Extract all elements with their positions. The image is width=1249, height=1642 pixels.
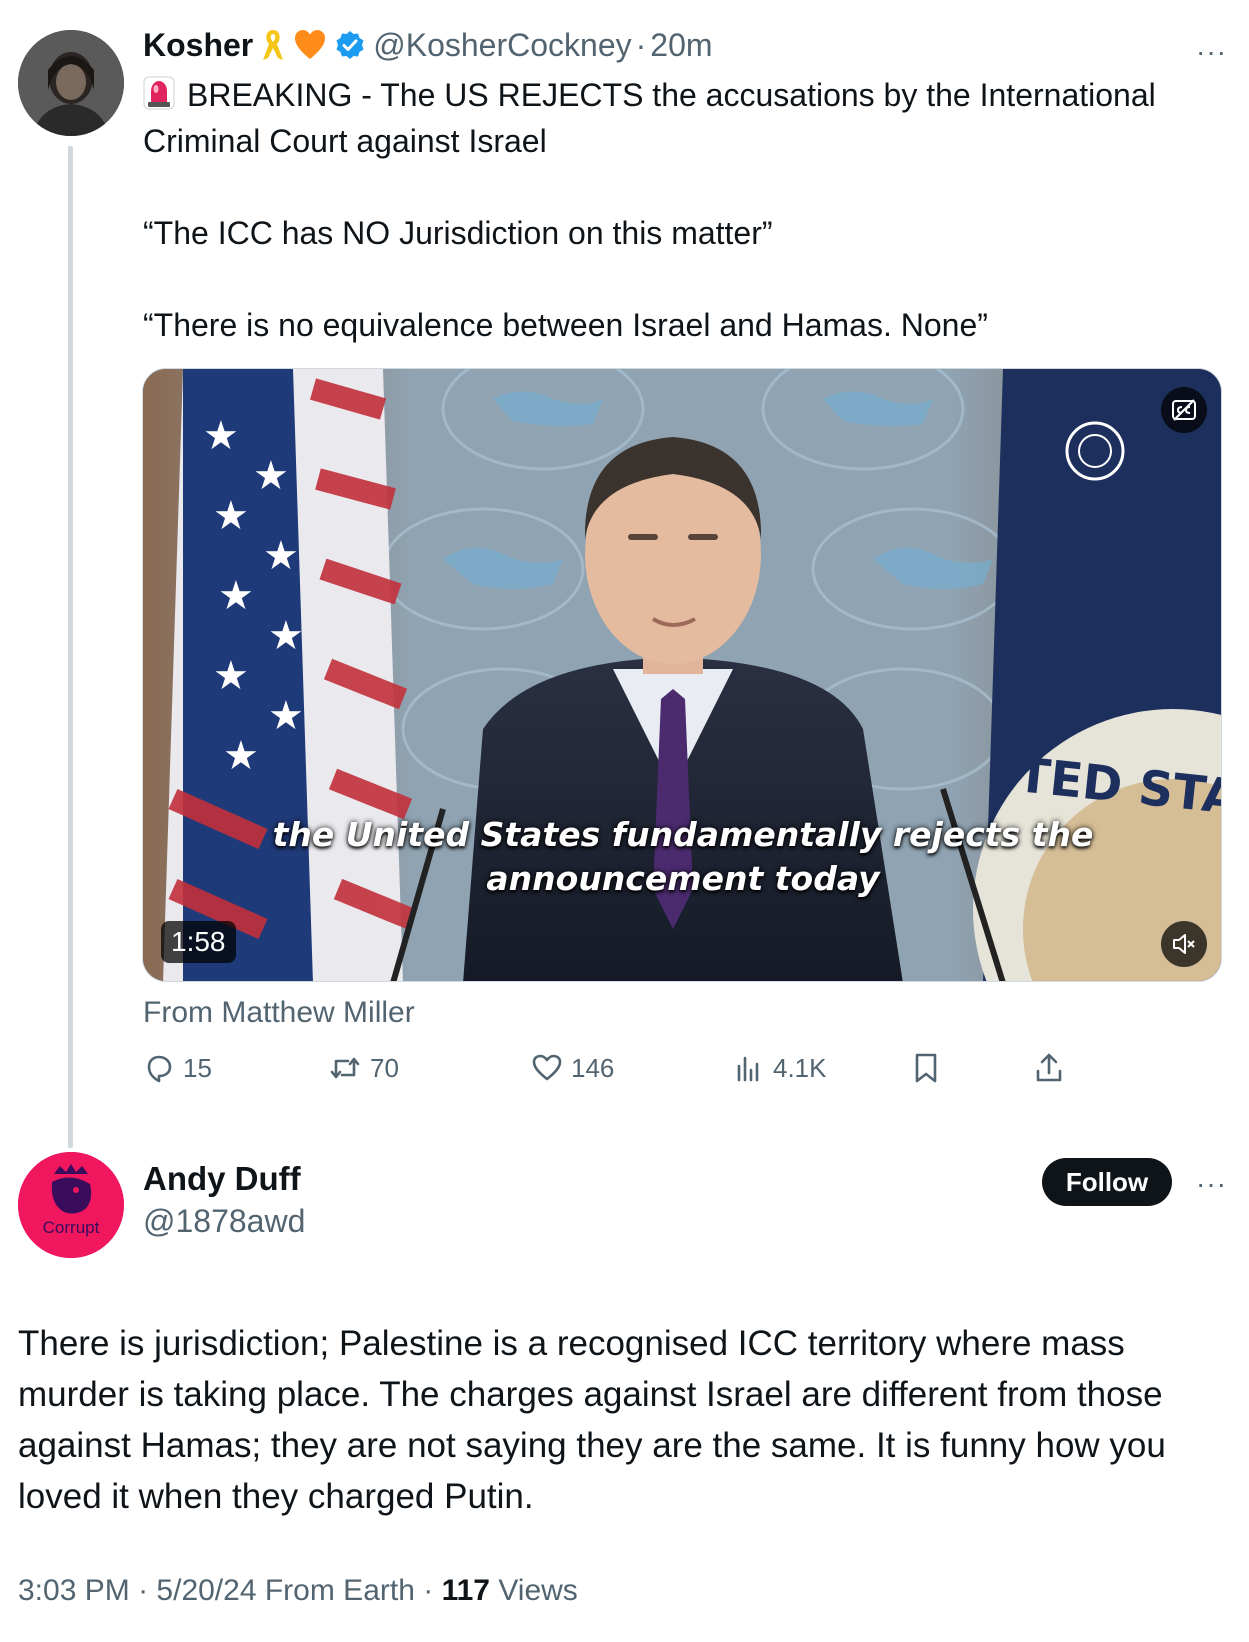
bookmark-icon [915,1053,937,1083]
like-count: 146 [571,1052,615,1083]
caption-line-1: the United States fundamentally rejects … [272,815,1094,854]
video-attribution[interactable]: From Matthew Miller [143,996,415,1030]
heart-icon [293,29,327,61]
reply-source: From Earth [264,1574,415,1607]
meta-separator: · [423,1574,434,1607]
mute-icon [1173,934,1195,954]
unmute-button[interactable] [1161,921,1207,967]
reply-button[interactable]: 15 [143,1052,212,1084]
ribbon-icon [261,28,285,62]
tweet-text: BREAKING - The US REJECTS the accusation… [143,72,1203,348]
repost-count: 70 [370,1052,399,1083]
views-count: 4.1K [773,1052,827,1083]
video-player[interactable]: ★ ★ ★ ★ ★ ★ ★ ★ ★ ITED STA the United States… [142,368,1222,982]
views-button[interactable]: 4.1K [733,1052,827,1084]
captions-icon [1172,399,1196,421]
reply-author-avatar[interactable]: Corrupt [18,1152,124,1258]
svg-text:★: ★ [213,494,249,538]
share-icon [1036,1053,1062,1082]
thread-line [68,146,73,1148]
repost-icon [330,1057,360,1079]
reply-date[interactable]: 5/20/24 [156,1574,256,1607]
meta-separator: · [138,1574,149,1607]
like-icon [532,1054,562,1081]
tweet-line-3: “There is no equivalence between Israel … [143,307,988,343]
tweet-time[interactable]: 20m [650,27,712,64]
bookmark-button[interactable] [911,1052,949,1084]
svg-text:★: ★ [253,454,289,498]
reply-views-label: Views [498,1574,578,1607]
svg-text:★: ★ [218,574,254,618]
more-options-button[interactable]: ··· [1196,36,1227,68]
siren-icon [143,76,175,110]
author-handle[interactable]: @KosherCockney [373,27,631,64]
lion-logo-icon [18,1152,124,1258]
tweet-line-1-text: BREAKING - The US REJECTS the accusation… [143,77,1156,159]
views-icon [737,1056,759,1082]
reply-count: 15 [183,1052,212,1083]
like-button[interactable]: 146 [531,1052,614,1084]
author-name[interactable]: Kosher [143,27,253,64]
reply-text: There is jurisdiction; Palestine is a re… [18,1324,1166,1516]
author-avatar[interactable] [18,30,124,136]
svg-text:★: ★ [203,414,239,458]
reply-views-count: 117 [441,1574,490,1607]
svg-text:★: ★ [263,534,299,578]
svg-text:★: ★ [223,734,259,778]
reply-metadata: 3:03 PM · 5/20/24 From Earth · 117 Views [18,1574,578,1608]
svg-text:★: ★ [213,654,249,698]
avatar-photo [18,30,124,136]
reply-author-handle[interactable]: @1878awd [143,1203,305,1240]
svg-text:★: ★ [268,694,304,738]
tweet-action-bar: 15 70 146 4.1K [143,1052,1143,1092]
share-button[interactable] [1033,1052,1073,1084]
tweet-line-2: “The ICC has NO Jurisdiction on this mat… [143,215,773,251]
repost-button[interactable]: 70 [328,1052,399,1084]
reply-icon [147,1055,172,1083]
avatar-text: Corrupt [42,1218,100,1237]
verified-icon [335,30,365,60]
reply-more-options-button[interactable]: ··· [1196,1168,1227,1200]
tweet-line-1: BREAKING - The US REJECTS the accusation… [143,72,1203,164]
reply-author-name[interactable]: Andy Duff [143,1160,301,1198]
reply-time[interactable]: 3:03 PM [18,1574,130,1607]
follow-button[interactable]: Follow [1042,1158,1172,1206]
captions-toggle-button[interactable] [1161,387,1207,433]
video-duration: 1:58 [161,921,236,963]
video-caption: the United States fundamentally rejects … [143,813,1221,901]
tweet-header: Kosher @KosherCockney · 20m [143,24,713,66]
svg-text:★: ★ [268,614,304,658]
separator: · [635,26,647,63]
caption-line-2: announcement today [486,859,880,898]
